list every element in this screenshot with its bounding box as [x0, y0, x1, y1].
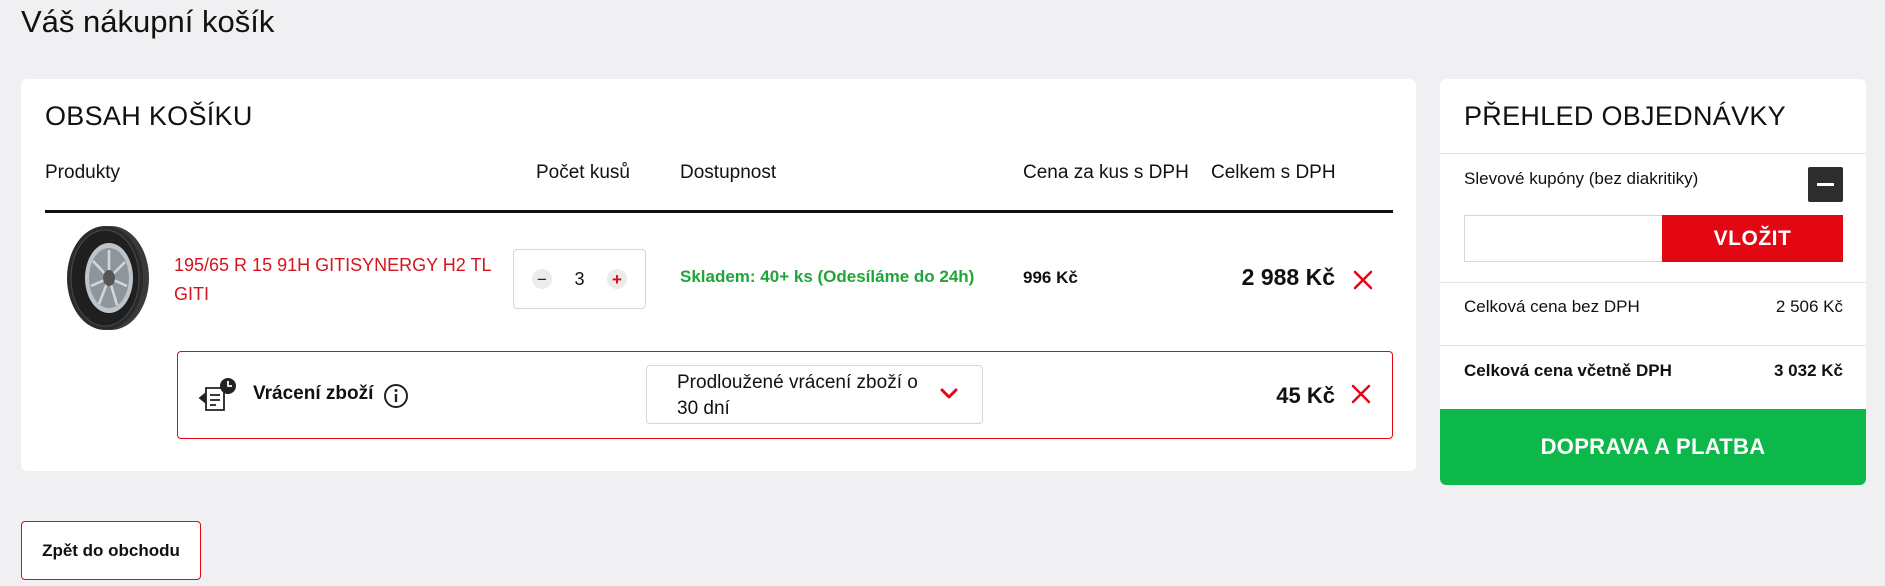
summary-divider [1440, 153, 1866, 154]
item-total-price: 2 988 Kč [1241, 264, 1335, 290]
page-title: Váš nákupní košík [21, 4, 275, 39]
order-summary-panel: PŘEHLED OBJEDNÁVKY Slevové kupóny (bez d… [1440, 79, 1866, 485]
column-quantity: Počet kusů [536, 162, 630, 183]
checkout-button[interactable]: DOPRAVA A PLATBA [1440, 409, 1866, 485]
return-service-label: Vrácení zboží [253, 383, 374, 404]
price-with-vat-label: Celková cena včetně DPH [1464, 361, 1672, 380]
header-divider [45, 210, 1393, 213]
column-products: Produkty [45, 162, 120, 183]
coupon-input[interactable] [1464, 215, 1664, 262]
price-without-vat-label: Celková cena bez DPH [1464, 297, 1640, 316]
quantity-stepper: − 3 + [513, 249, 646, 309]
increase-quantity-button[interactable]: + [606, 269, 627, 289]
return-service-box: Vrácení zboží Prodloužené vrácení zboží … [177, 351, 1393, 439]
info-icon[interactable] [383, 383, 409, 409]
close-icon[interactable] [1350, 383, 1372, 405]
column-availability: Dostupnost [680, 162, 777, 183]
minus-icon[interactable] [1808, 167, 1843, 202]
column-total: Celkem s DPH [1211, 162, 1336, 183]
return-clock-icon [198, 378, 236, 411]
cart-heading: OBSAH KOŠÍKU [45, 101, 253, 131]
price-without-vat-value: 2 506 Kč [1775, 297, 1843, 316]
close-icon[interactable] [1352, 269, 1374, 291]
unit-price: 996 Kč [1023, 268, 1078, 287]
chevron-down-icon [940, 388, 958, 399]
column-unit-price: Cena za kus s DPH [1023, 162, 1189, 183]
availability-status: Skladem: 40+ ks (Odesíláme do 24h) [680, 267, 975, 286]
quantity-value[interactable]: 3 [574, 269, 584, 290]
coupon-label: Slevové kupóny (bez diakritiky) [1464, 169, 1699, 188]
return-option-value: Prodloužené vrácení zboží o 30 dní [677, 372, 918, 419]
price-with-vat-value: 3 032 Kč [1774, 361, 1843, 380]
decrease-quantity-button[interactable]: − [532, 269, 552, 289]
summary-divider [1440, 282, 1866, 283]
summary-divider [1440, 345, 1866, 346]
cart-panel: OBSAH KOŠÍKU Produkty Počet kusů Dostupn… [21, 79, 1416, 471]
return-option-select[interactable]: Prodloužené vrácení zboží o 30 dní [646, 365, 983, 424]
insert-coupon-button[interactable]: VLOŽIT [1662, 215, 1843, 262]
tire-product-image[interactable] [65, 224, 151, 332]
product-name-link[interactable]: 195/65 R 15 91H GITISYNERGY H2 TL GITI [174, 251, 504, 309]
back-to-shop-button[interactable]: Zpět do obchodu [21, 521, 201, 580]
return-service-price: 45 Kč [1276, 383, 1335, 408]
summary-heading: PŘEHLED OBJEDNÁVKY [1464, 101, 1786, 131]
